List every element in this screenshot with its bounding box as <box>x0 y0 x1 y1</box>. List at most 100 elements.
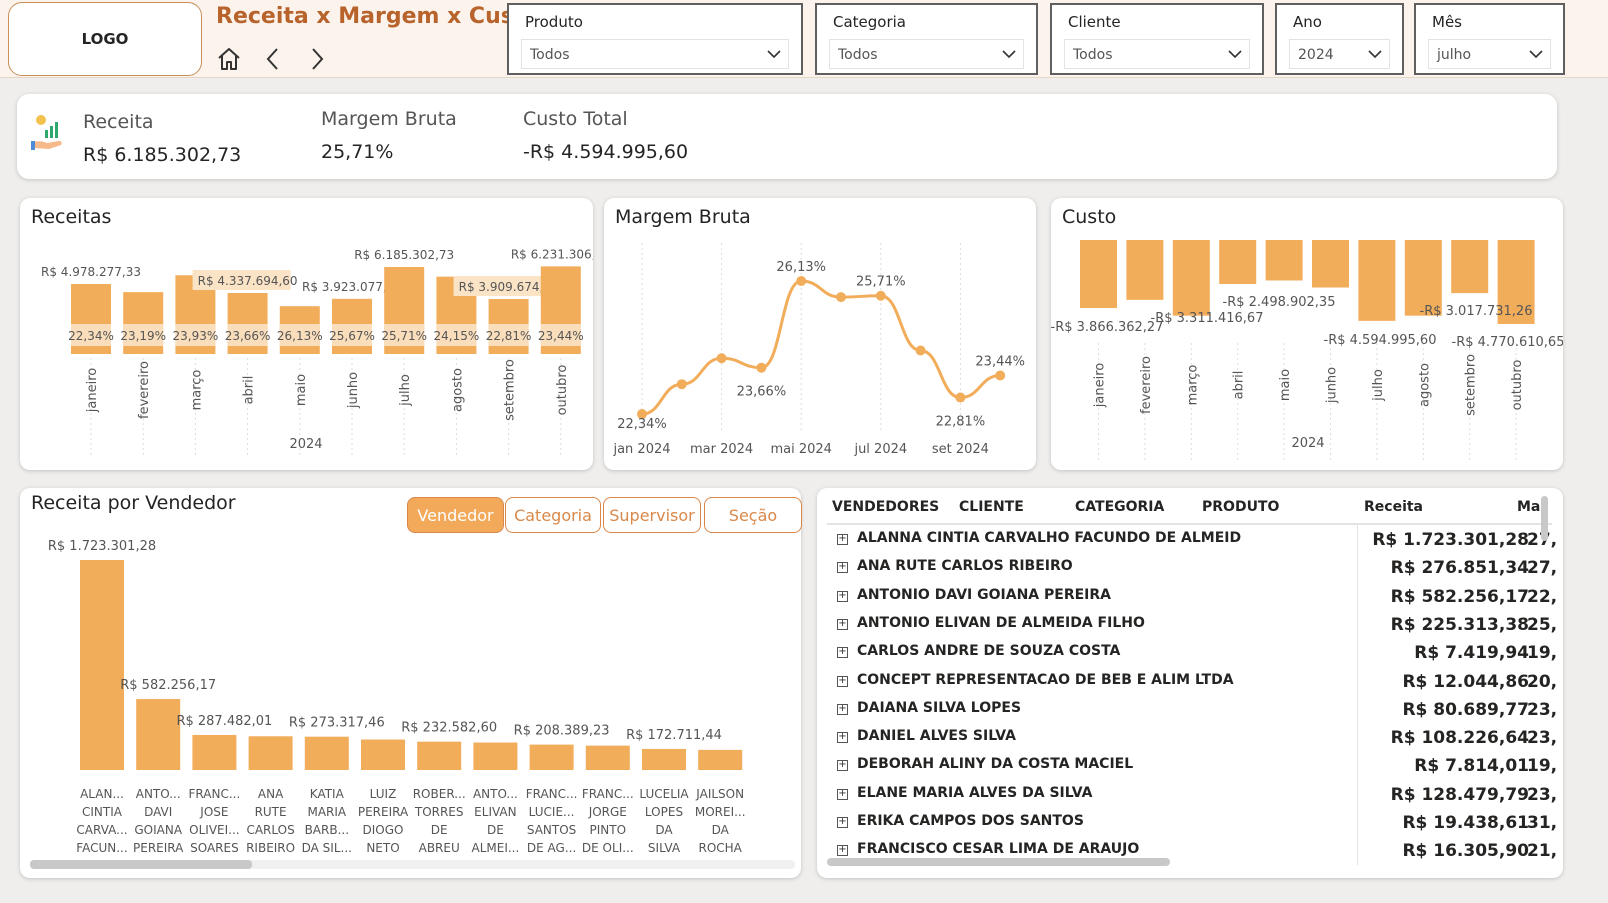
category-label: PEREIRA <box>358 805 409 819</box>
margin-label: 23,93% <box>173 329 219 343</box>
table-row[interactable]: + CONCEPT REPRESENTACAO DE BEB E ALIM LTD… <box>837 670 1557 696</box>
receita-cell: R$ 582.256,17 <box>1390 586 1529 607</box>
tick-label: mai 2024 <box>770 442 831 457</box>
filter-dropdown[interactable]: julho <box>1428 39 1551 69</box>
table-row[interactable]: + ANA RUTE CARLOS RIBEIRO R$ 276.851,34 27, <box>837 556 1557 582</box>
expand-icon[interactable]: + <box>837 647 848 659</box>
category-label: ROCHA <box>698 841 742 855</box>
category-label: DA <box>712 823 730 837</box>
filter-value: Todos <box>838 47 878 63</box>
chart-margem: jan 2024 mar 2024 mai 2024 jul 2024 set 2024… <box>612 243 1025 457</box>
tick-label: julho <box>398 374 413 407</box>
kpi-custo-value: -R$ 4.594.995,60 <box>523 141 689 163</box>
matrix-header-cliente[interactable]: CLIENTE <box>959 499 1024 515</box>
scrollbar-thumb[interactable] <box>30 860 252 869</box>
category-label: ANTO... <box>473 787 518 801</box>
bar <box>192 734 237 770</box>
category-label: LOPES <box>645 805 683 819</box>
filter-cliente: Cliente Todos <box>1050 3 1264 75</box>
expand-icon[interactable]: + <box>837 845 848 857</box>
expand-icon[interactable]: + <box>837 817 848 828</box>
expand-icon[interactable]: + <box>837 534 848 545</box>
vendor-name: ERIKA CAMPOS DOS SANTOS <box>857 813 1084 829</box>
filter-categoria: Categoria Todos <box>815 3 1038 75</box>
matrix-header-receita[interactable]: Receita <box>1364 499 1423 515</box>
chart-custo-card: Custo janeiro fevereiro março abril maio junh… <box>1051 198 1563 470</box>
category-label: ELIVAN <box>474 805 516 819</box>
tick-label: julho <box>1371 369 1386 402</box>
margem-cell: 23, <box>1527 728 1558 749</box>
matrix-horizontal-scrollbar[interactable] <box>827 858 1170 866</box>
tick-label: março <box>1185 365 1200 406</box>
expand-icon[interactable]: + <box>837 675 848 687</box>
value-label: -R$ 2.498.902,35 <box>1223 295 1336 310</box>
table-row[interactable]: + DANIEL ALVES SILVA R$ 108.226,64 23, <box>837 726 1557 752</box>
horizontal-scrollbar[interactable] <box>30 860 795 869</box>
table-row[interactable]: + DEBORAH ALINY DA COSTA MACIEL R$ 7.814,0… <box>837 754 1557 780</box>
expand-icon[interactable]: + <box>837 590 848 602</box>
table-row[interactable]: + ALANNA CINTIA CARVALHO FACUNDO DE ALMEI… <box>837 528 1557 554</box>
filter-produto: Produto Todos <box>507 3 803 75</box>
filter-dropdown[interactable]: 2024 <box>1289 39 1390 69</box>
value-label: R$ 582.256,17 <box>120 678 216 693</box>
value-label: -R$ 3.866.362,27 <box>1051 320 1163 335</box>
margin-label: 25,71% <box>381 329 427 343</box>
expand-icon[interactable]: + <box>837 562 848 574</box>
category-label: OLIVEI... <box>189 823 239 837</box>
filter-dropdown[interactable]: Todos <box>829 39 1024 69</box>
table-row[interactable]: + ANTONIO ELIVAN DE ALMEIDA FILHO R$ 225.3… <box>837 613 1557 639</box>
table-row[interactable]: + DAIANA SILVA LOPES R$ 80.689,77 23, <box>837 698 1557 724</box>
tick-label: jan 2024 <box>612 442 670 457</box>
tab-vendedor[interactable]: Vendedor <box>407 497 504 533</box>
vendor-name: ALANNA CINTIA CARVALHO FACUNDO DE ALMEID <box>857 530 1242 546</box>
tab-categoria[interactable]: Categoria <box>505 497 601 533</box>
table-row[interactable]: + ANTONIO DAVI GOIANA PEREIRA R$ 582.256,1… <box>837 585 1557 611</box>
filter-mes: Mês julho <box>1414 3 1565 75</box>
tab-secao[interactable]: Seção <box>704 497 802 533</box>
filter-value: Todos <box>1073 47 1113 63</box>
tick-label: jul 2024 <box>853 442 907 457</box>
margin-label: 22,81% <box>486 329 532 343</box>
category-label: PINTO <box>590 823 627 837</box>
expand-icon[interactable]: + <box>837 732 848 744</box>
bar <box>1312 240 1349 288</box>
matrix-header-categoria[interactable]: CATEGORIA <box>1075 499 1164 515</box>
vendor-name: ANTONIO ELIVAN DE ALMEIDA FILHO <box>857 614 1145 631</box>
matrix-header-vendedores[interactable]: VENDEDORES <box>832 499 939 515</box>
category-label: DE AG... <box>527 841 576 855</box>
matrix-header-produto[interactable]: PRODUTO <box>1202 499 1279 515</box>
home-button[interactable] <box>214 44 244 74</box>
bar <box>80 560 124 770</box>
back-button[interactable] <box>258 44 288 74</box>
expand-icon[interactable]: + <box>837 703 848 715</box>
tick-label: setembro <box>503 359 518 421</box>
filter-label: Categoria <box>833 13 907 31</box>
value-label: R$ 4.337.694,60 <box>198 274 298 288</box>
table-row[interactable]: + ERIKA CAMPOS DOS SANTOS R$ 19.438,61 31, <box>837 811 1557 837</box>
table-row[interactable]: + CARLOS ANDRE DE SOUZA COSTA R$ 7.419,94 1… <box>837 641 1557 667</box>
category-label: CINTIA <box>82 805 123 819</box>
expand-icon[interactable]: + <box>837 618 848 630</box>
expand-icon[interactable]: + <box>837 760 848 772</box>
filter-dropdown[interactable]: Todos <box>521 39 789 69</box>
category-label: DA SIL... <box>302 841 352 855</box>
expand-icon[interactable]: + <box>837 788 848 800</box>
point-label: 23,44% <box>975 354 1025 369</box>
forward-button[interactable] <box>302 44 332 74</box>
point-label: 26,13% <box>776 260 826 275</box>
tab-supervisor[interactable]: Supervisor <box>603 497 701 533</box>
filter-dropdown[interactable]: Todos <box>1064 39 1250 69</box>
receita-cell: R$ 276.851,34 <box>1390 558 1529 579</box>
value-label: R$ 273.317,46 <box>289 716 385 731</box>
category-label: MARIA <box>307 805 346 819</box>
data-point <box>955 392 966 403</box>
value-label: R$ 4.978.277,33 <box>41 265 141 279</box>
vertical-scrollbar[interactable] <box>1541 496 1548 541</box>
category-label: ALAN... <box>80 787 124 801</box>
table-row[interactable]: + ELANE MARIA ALVES DA SILVA R$ 128.479,79… <box>837 783 1557 809</box>
data-point <box>676 379 687 390</box>
vendor-name: ANTONIO DAVI GOIANA PEREIRA <box>857 586 1111 603</box>
tick-label: outubro <box>555 365 570 416</box>
value-label: R$ 287.482,01 <box>176 714 272 729</box>
category-label: SOARES <box>190 841 239 855</box>
